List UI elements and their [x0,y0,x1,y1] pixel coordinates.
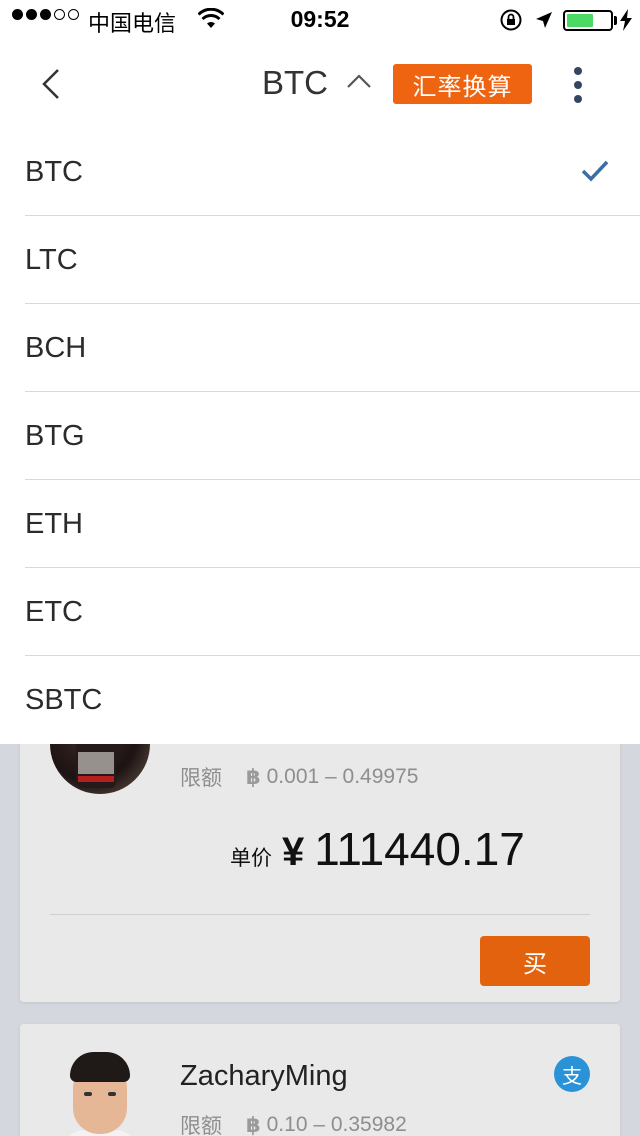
limit-range: 0.10 – 0.35982 [266,1113,407,1136]
coin-option-etc[interactable]: ETC [0,568,640,656]
bitcoin-icon: ฿ [246,765,261,789]
coin-option-sbtc[interactable]: SBTC [0,656,640,744]
navigation-bar: BTC 汇率换算 [0,40,640,128]
checkmark-icon [580,158,610,192]
divider [50,914,590,915]
status-bar: 中国电信 09:52 [0,0,640,40]
battery-tip [614,16,617,25]
coin-option-ltc[interactable]: LTC [0,216,640,304]
coin-option-label: ETH [25,507,83,540]
more-options-icon[interactable] [566,67,590,103]
back-arrow-icon[interactable] [36,66,68,102]
coin-option-label: BTG [25,419,85,452]
battery-icon [563,10,613,31]
coin-option-btc[interactable]: BTC [0,128,640,216]
alipay-badge-icon: 支 [554,1056,590,1092]
coin-selector-title[interactable]: BTC [262,64,328,102]
price-value: 111440.17 [314,823,525,875]
limit-row: 限额 ฿ 0.001 – 0.49975 [180,762,418,792]
coin-option-eth[interactable]: ETH [0,480,640,568]
exchange-rate-button[interactable]: 汇率换算 [393,64,532,104]
limit-label: 限额 [180,1114,222,1136]
location-arrow-icon [534,9,554,36]
buy-button[interactable]: 买 [480,936,590,986]
coin-option-label: SBTC [25,683,103,716]
seller-name: ZacharyMing [180,1060,348,1092]
coin-option-label: ETC [25,595,83,628]
limit-label: 限额 [180,766,222,790]
limit-range: 0.001 – 0.49975 [266,765,419,788]
orientation-lock-icon [499,8,523,38]
offer-card[interactable]: ZacharyMing 支 限额 ฿ 0.10 – 0.35982 [20,1024,620,1136]
coin-option-bch[interactable]: BCH [0,304,640,392]
limit-row: 限额 ฿ 0.10 – 0.35982 [180,1110,407,1136]
coin-option-btg[interactable]: BTG [0,392,640,480]
price-row: 单价 ¥ 111440.17 [230,822,525,876]
coin-option-label: BTC [25,155,83,188]
coin-dropdown-menu: BTC LTC BCH BTG ETH ETC SBTC [0,128,640,744]
currency-symbol: ¥ [282,830,305,874]
coin-option-label: LTC [25,243,78,276]
price-label: 单价 [230,846,272,870]
charging-bolt-icon [620,9,632,37]
avatar [60,1046,140,1136]
coin-option-label: BCH [25,331,87,364]
bitcoin-icon: ฿ [246,1113,261,1136]
chevron-up-icon[interactable] [346,72,372,95]
